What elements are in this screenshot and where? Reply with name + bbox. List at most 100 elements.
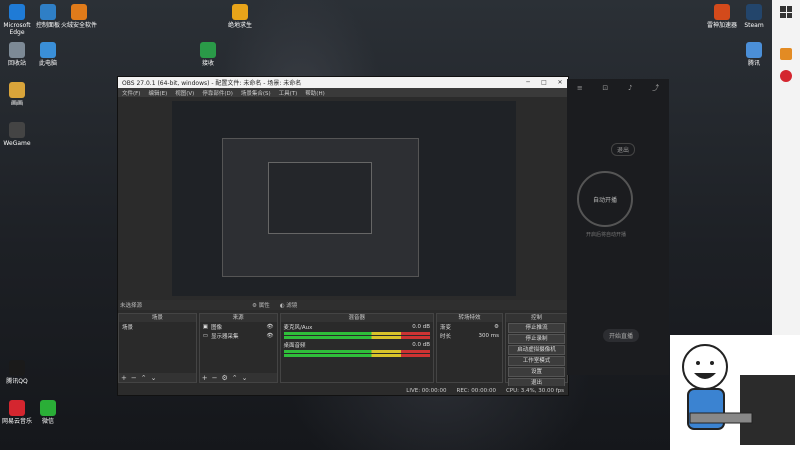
app-icon [9, 82, 25, 98]
stop-recording-button[interactable]: 停止录制 [507, 334, 565, 344]
scene-item[interactable]: 场景 [119, 322, 196, 331]
panel-exit-button[interactable]: 退出 [611, 143, 636, 156]
monitor-icon: ▭ [202, 332, 208, 339]
desktop-icon[interactable]: 画画 [0, 82, 39, 107]
auto-live-label: 自动开播 [592, 196, 617, 204]
remove-icon[interactable]: − [212, 374, 218, 382]
virtual-camera-button[interactable]: 启动虚拟摄像机 [507, 345, 565, 355]
settings-button[interactable]: 设置 [507, 367, 565, 377]
panel-toolbar: ≡ ⊡ ♪ ⤴ [567, 79, 669, 97]
close-icon[interactable]: ✕ [552, 79, 568, 86]
desktop-icon[interactable]: 接收 [186, 42, 230, 67]
minimize-icon[interactable]: ─ [520, 79, 536, 86]
scenes-dock: 场景 场景 + − ⌃ ⌄ [118, 313, 197, 383]
down-icon[interactable]: ⌄ [151, 374, 157, 382]
obs-window: OBS 27.0.1 (64-bit, windows) - 配置文件: 未命名… [117, 76, 570, 396]
source-item-label: 图像 [210, 324, 222, 331]
sources-dock: 来源 ▣ 图像 👁 ▭ 显示器采集 👁 + − ⚙ ⌃ ⌄ [198, 313, 278, 383]
gear-icon[interactable]: ⚙ [494, 324, 499, 330]
desktop-icon[interactable]: 绝地求生 [218, 4, 262, 29]
menu-file[interactable]: 文件(F) [122, 89, 140, 97]
obs-titlebar[interactable]: OBS 27.0.1 (64-bit, windows) - 配置文件: 未命名… [118, 77, 568, 88]
menu-docks[interactable]: 停靠部件(D) [202, 89, 233, 97]
transition-value: 渐变 [440, 324, 452, 331]
scenes-toolbar: + − ⌃ ⌄ [119, 373, 196, 382]
app-icon [40, 400, 56, 416]
mixer-level: 0.0 dB [412, 341, 431, 348]
audio-meter [283, 332, 431, 335]
sources-toolbar: + − ⚙ ⌃ ⌄ [199, 373, 277, 382]
desktop-icon[interactable]: 腾讯 [732, 42, 776, 67]
bag-icon[interactable]: ⊡ [602, 84, 608, 92]
preview-canvas[interactable] [172, 101, 516, 296]
filters-button[interactable]: ◐ 滤镜 [280, 301, 298, 309]
desktop-icon-label: 接收 [201, 60, 214, 67]
maximize-icon[interactable]: □ [536, 79, 552, 86]
stop-stream-button[interactable]: 停止推流 [507, 323, 565, 333]
down-icon[interactable]: ⌄ [242, 374, 248, 382]
mixer-level: 0.0 dB [412, 323, 431, 330]
menu-view[interactable]: 视图(V) [175, 89, 194, 97]
source-item[interactable]: ▣ 图像 👁 [200, 322, 277, 331]
mixer-dock: 混音器 麦克风/Aux 0.0 dB 桌面音频 0.0 dB [279, 313, 435, 383]
desktop-icon[interactable]: 腾讯QQ [0, 360, 39, 385]
desktop-icon[interactable]: 此电脑 [26, 42, 70, 67]
add-icon[interactable]: + [202, 374, 208, 382]
window-controls: ─ □ ✕ [520, 79, 568, 86]
app-icon [232, 4, 248, 20]
up-icon[interactable]: ⌃ [232, 374, 238, 382]
live-timer: LIVE: 00:00:00 [406, 387, 447, 394]
source-item-label: 显示器采集 [210, 333, 239, 340]
share-icon[interactable]: ⤴ [652, 83, 659, 93]
desktop-icon-label: 腾讯 [747, 60, 760, 67]
menu-icon[interactable]: ≡ [577, 84, 583, 92]
desktop-icon-label: 火绒安全软件 [60, 22, 97, 29]
desktop-icon[interactable]: 火绒安全软件 [57, 4, 101, 29]
bell-icon[interactable]: ♪ [628, 84, 632, 92]
windows-icon[interactable] [780, 6, 792, 18]
cpu-stats: CPU: 3.4%, 30.00 fps [505, 387, 564, 394]
eye-icon[interactable]: 👁 [267, 324, 274, 330]
gear-icon[interactable]: ⚙ [222, 374, 228, 382]
netease-music-icon[interactable] [780, 70, 792, 82]
menu-tools[interactable]: 工具(T) [279, 89, 298, 97]
start-live-button[interactable]: 开始直播 [603, 329, 640, 342]
up-icon[interactable]: ⌃ [141, 374, 147, 382]
app-icon[interactable] [780, 48, 792, 60]
transition-duration[interactable]: 时长 300 ms [437, 331, 502, 340]
app-icon [746, 42, 762, 58]
properties-button[interactable]: ⚙ 属性 [252, 301, 270, 309]
desktop-icon[interactable]: Steam [732, 4, 776, 29]
desktop-icon[interactable]: WeGame [0, 122, 39, 147]
desktop-icon[interactable]: 微信 [26, 400, 70, 425]
add-icon[interactable]: + [121, 374, 127, 382]
menu-help[interactable]: 帮助(H) [305, 89, 324, 97]
menu-scene-collection[interactable]: 场景集合(S) [241, 89, 271, 97]
image-icon: ▣ [202, 323, 208, 330]
live-app-panel: ≡ ⊡ ♪ ⤴ 退出 自动开播 开启后将自动开播 开始直播 [567, 79, 669, 375]
source-item[interactable]: ▭ 显示器采集 👁 [200, 331, 277, 340]
app-icon [714, 4, 730, 20]
menu-edit[interactable]: 编辑(E) [148, 89, 167, 97]
sources-title: 来源 [199, 314, 277, 322]
app-icon [200, 42, 216, 58]
obs-statusbar: LIVE: 00:00:00 REC: 00:00:00 CPU: 3.4%, … [118, 386, 568, 395]
transitions-title: 转场特效 [437, 314, 502, 322]
transitions-dock: 转场特效 渐变 ⚙ 时长 300 ms [436, 313, 503, 383]
desktop-icon-label: 腾讯QQ [6, 378, 28, 385]
desktop-icon-label: 微信 [41, 418, 54, 425]
desktop-icon-label: 画画 [10, 100, 23, 107]
source-toolbar: 未选择源 ⚙ 属性 ◐ 滤镜 [118, 300, 570, 310]
mixer-channel-name: 桌面音频 [283, 342, 306, 349]
app-icon [9, 122, 25, 138]
studio-mode-button[interactable]: 工作室模式 [507, 356, 565, 366]
controls-title: 控制 [505, 314, 567, 322]
app-icon [9, 4, 25, 20]
auto-live-button[interactable]: 自动开播 [577, 171, 633, 227]
app-icon [746, 4, 762, 20]
controls-dock: 控制 停止推流 停止录制 启动虚拟摄像机 工作室模式 设置 退出 [504, 313, 568, 388]
eye-icon[interactable]: 👁 [267, 333, 274, 339]
remove-icon[interactable]: − [131, 374, 137, 382]
app-icon [9, 42, 25, 58]
transition-select[interactable]: 渐变 ⚙ [437, 322, 502, 331]
